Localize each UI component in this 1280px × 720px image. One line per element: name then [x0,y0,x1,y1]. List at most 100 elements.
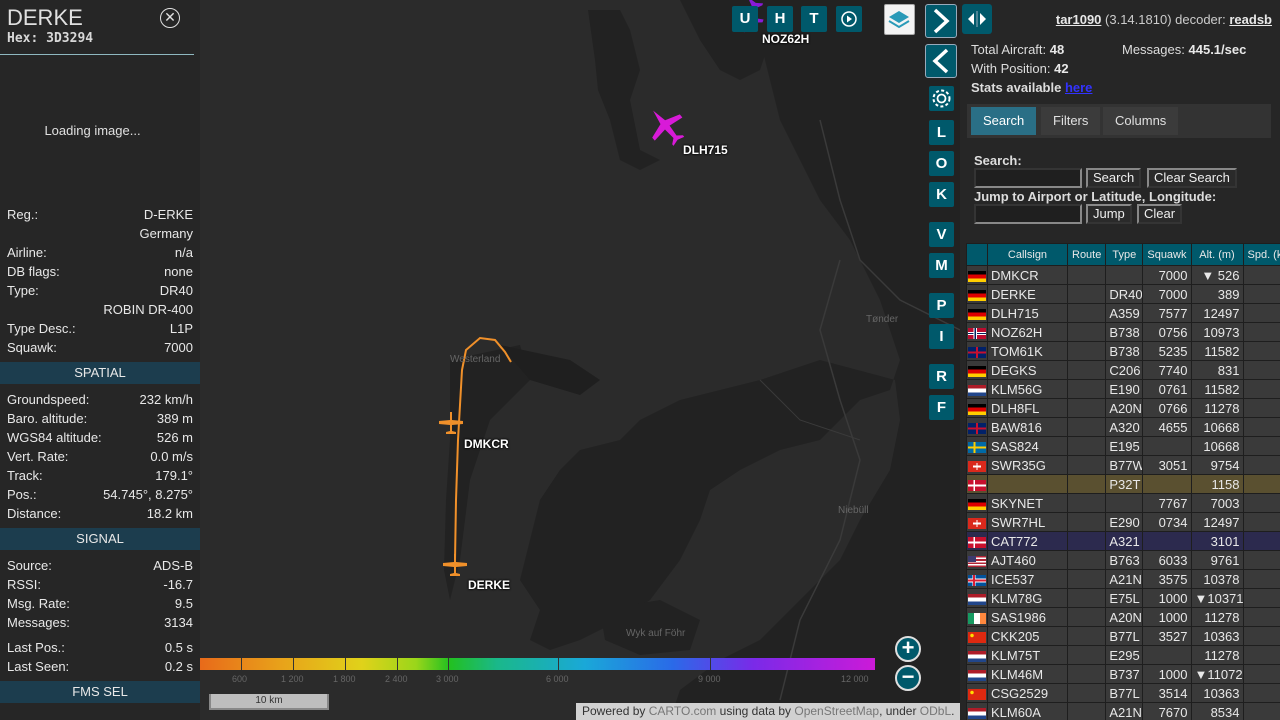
tar1090-link[interactable]: tar1090 [1056,12,1102,27]
noz62h-label[interactable]: NOZ62H [762,32,809,46]
signal-section-header[interactable]: SIGNAL [0,528,200,550]
table-row[interactable]: KLM60A A21N 7670 8534 [966,702,1280,720]
header-speed-col[interactable]: Spd. (km [1242,243,1280,266]
toggle-r-button[interactable]: R [929,364,954,389]
header-type-col[interactable]: Type [1105,243,1144,266]
table-row[interactable]: ICE537 A21N 3575 10378 [966,569,1280,589]
header-route-col[interactable]: Route [1066,243,1107,266]
table-row[interactable]: DMKCR 7000 ▼ 526 [966,265,1280,285]
table-row[interactable]: DLH715 A359 7577 12497 [966,303,1280,323]
detail-row: DB flags: none [0,262,200,281]
table-row[interactable]: SKYNET 7767 7003 [966,493,1280,513]
toggle-o-button[interactable]: O [929,151,954,176]
toggle-i-button[interactable]: I [929,324,954,349]
flag-cell [966,398,988,418]
map-view[interactable]: Westerland Tønder Niebüll Wyk auf Föhr N… [200,0,960,720]
toggle-m-button[interactable]: M [929,253,954,278]
spatial-section-header[interactable]: SPATIAL [0,362,200,384]
jump-button[interactable]: Jump [1086,204,1132,224]
country-flag-icon [968,707,986,719]
dmkcr-label[interactable]: DMKCR [464,437,509,451]
table-row[interactable]: KLM75T E295 11278 [966,645,1280,665]
search-button[interactable]: Search [1086,168,1142,188]
alt-cell: ▼11072 [1190,664,1244,684]
flag-cell [966,265,988,285]
table-row[interactable]: KLM46M B737 1000 ▼11072 [966,664,1280,684]
osm-link[interactable]: OpenStreetMap [794,704,879,718]
clear-button[interactable]: Clear [1137,204,1183,224]
table-row[interactable]: DEGKS C206 7740 831 [966,360,1280,380]
tab-filters[interactable]: Filters [1041,107,1101,135]
table-row[interactable]: P32T 1158 [966,474,1280,494]
table-row[interactable]: KLM56G E190 0761 11582 [966,379,1280,399]
header-callsign-col[interactable]: Callsign [987,243,1068,266]
country-flag-icon [968,688,986,700]
table-row[interactable]: DERKE DR40 7000 389 [966,284,1280,304]
gear-icon [932,89,951,108]
table-row[interactable]: SAS824 E195 106681 [966,436,1280,456]
toggle-h-button[interactable]: H [767,6,793,32]
table-row[interactable]: DLH8FL A20N 0766 11278 [966,398,1280,418]
header-squawk-col[interactable]: Squawk [1142,243,1192,266]
jump-input[interactable] [974,204,1082,224]
type-cell: A320 [1105,417,1144,437]
fms-section-header[interactable]: FMS SEL [0,681,200,703]
layers-button[interactable] [884,4,915,35]
toggle-l-button[interactable]: L [929,120,954,145]
carto-link[interactable]: CARTO.com [649,704,717,718]
readsb-link[interactable]: readsb [1229,12,1272,27]
replay-button[interactable] [836,6,862,32]
header-flag-col[interactable] [966,243,988,266]
toggle-t-button[interactable]: T [801,6,827,32]
spd-cell [1242,664,1280,684]
table-row[interactable]: CAT772 A321 3101 [966,531,1280,551]
flag-cell [966,341,988,361]
stats-link[interactable]: here [1065,80,1092,95]
tab-search[interactable]: Search [971,107,1037,135]
toggle-u-button[interactable]: U [732,6,758,32]
table-row[interactable]: KLM78G E75L 1000 ▼10371 [966,588,1280,608]
settings-button[interactable] [929,86,954,111]
derke-label[interactable]: DERKE [468,578,510,592]
table-row[interactable]: NOZ62H B738 0756 10973 [966,322,1280,342]
expand-right-button[interactable] [925,4,957,38]
type-cell: B738 [1105,341,1144,361]
signal-row: RSSI: -16.7 [0,575,200,594]
dlh715-aircraft-icon[interactable] [644,104,688,148]
tab-columns[interactable]: Columns [1103,107,1179,135]
table-row[interactable]: CSG2529 B77L 3514 10363 [966,683,1280,703]
clear-search-button[interactable]: Clear Search [1147,168,1237,188]
squawk-cell: 7670 [1142,702,1192,720]
dlh715-label[interactable]: DLH715 [683,143,728,157]
derke-aircraft-icon[interactable] [441,552,469,578]
route-cell [1066,683,1107,703]
table-row[interactable]: SAS1986 A20N1000112781 [966,607,1280,627]
table-row[interactable]: SWR7HL E290 0734 12497 [966,512,1280,532]
table-row[interactable]: AJT460 B763 6033 9761 [966,550,1280,570]
table-row[interactable]: SWR35G B77W305197541 [966,455,1280,475]
dmkcr-aircraft-icon[interactable] [437,410,465,436]
route-cell [1066,322,1107,342]
toggle-v-button[interactable]: V [929,222,954,247]
spd-cell [1242,569,1280,589]
header-alt-col[interactable]: Alt. (m) [1190,243,1244,266]
spd-cell [1242,360,1280,380]
toggle-f-button[interactable]: F [929,395,954,420]
odbl-link[interactable]: ODbL [920,704,951,718]
toggle-sidebar-button[interactable] [962,4,992,34]
table-row[interactable]: BAW816 A320 4655 10668 [966,417,1280,437]
alt-cell: 11278 [1190,398,1244,418]
close-icon[interactable]: ✕ [160,8,180,28]
niebull-label: Niebüll [838,505,869,516]
alt-cell: 389 [1190,284,1244,304]
table-row[interactable]: TOM61K B738 5235 11582 [966,341,1280,361]
country-flag-icon [968,384,986,396]
table-row[interactable]: CKK205 B77L 3527 10363 [966,626,1280,646]
zoom-out-button[interactable]: − [895,665,921,691]
toggle-k-button[interactable]: K [929,182,954,207]
search-input[interactable] [974,168,1082,188]
route-cell [1066,645,1107,665]
collapse-left-button[interactable] [925,44,957,78]
toggle-p-button[interactable]: P [929,293,954,318]
zoom-in-button[interactable]: + [895,636,921,662]
